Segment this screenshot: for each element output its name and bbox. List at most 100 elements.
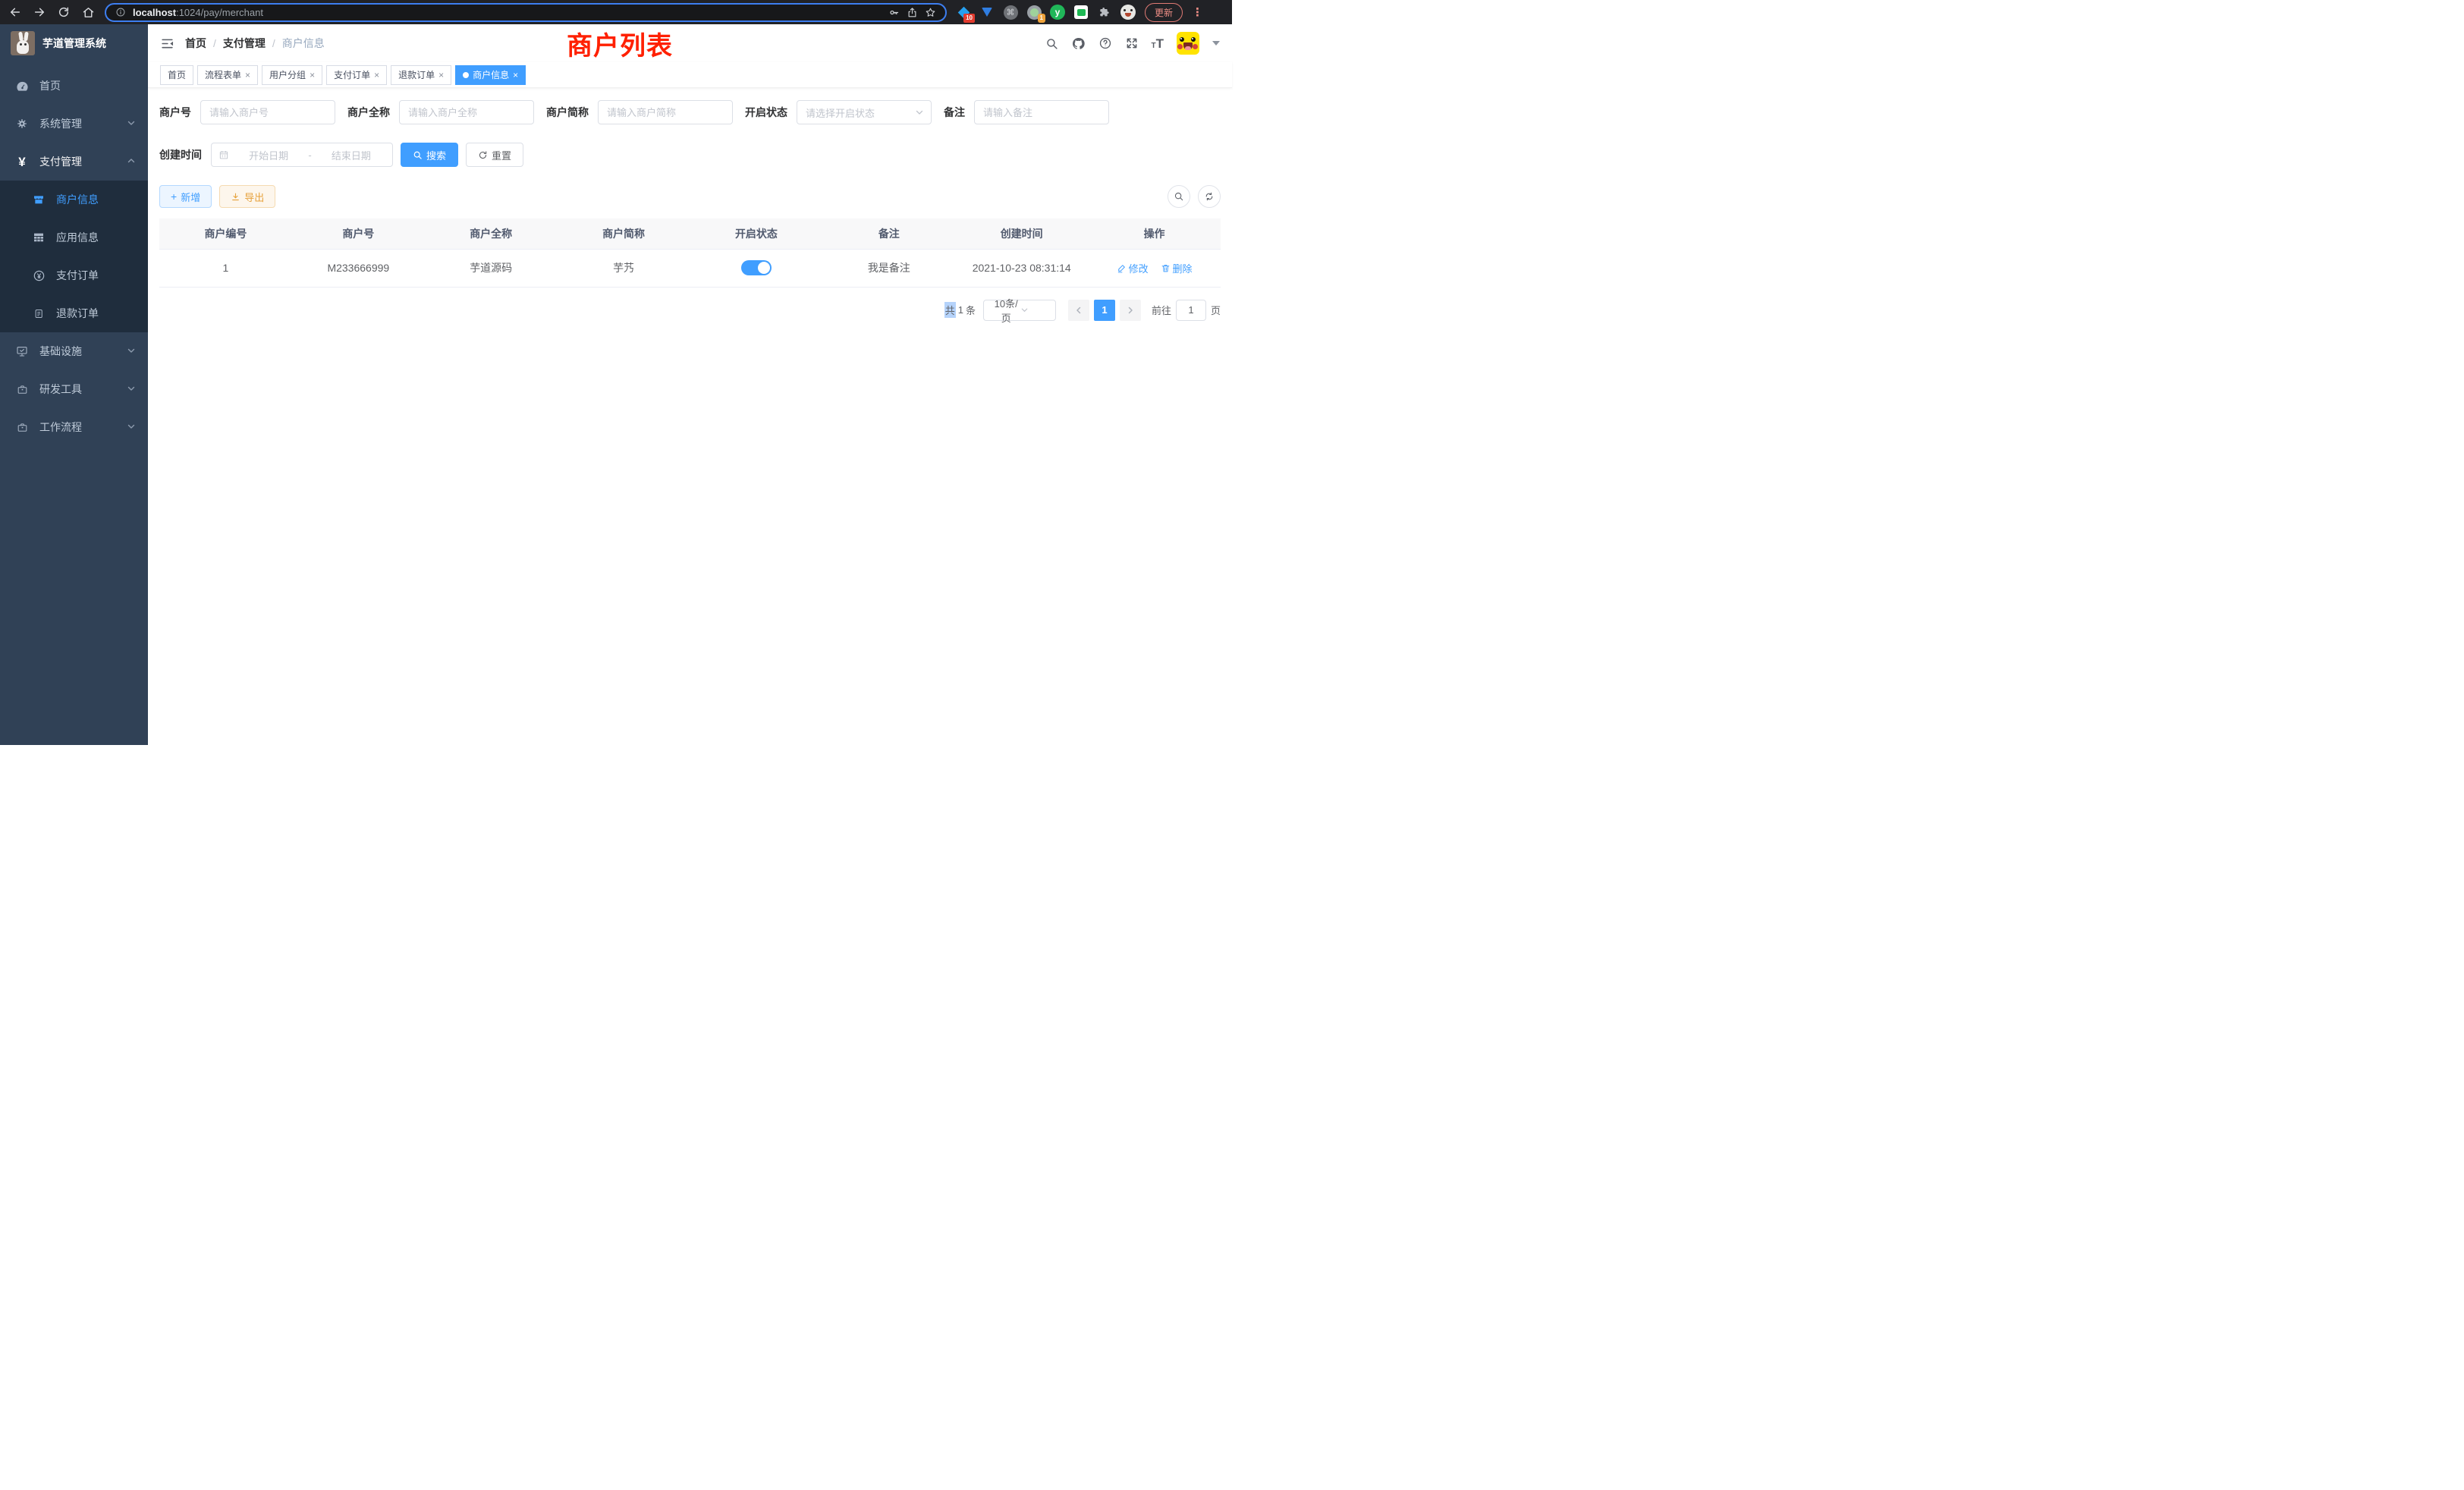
extension-profile-icon[interactable]: 1 xyxy=(1026,5,1042,20)
filter-short-name: 商户简称 xyxy=(546,100,733,124)
share-icon[interactable] xyxy=(907,7,918,18)
remark-input[interactable] xyxy=(974,100,1109,124)
extensions-puzzle-icon[interactable] xyxy=(1097,5,1112,20)
delete-link-label: 删除 xyxy=(1173,261,1193,275)
date-separator: - xyxy=(308,149,311,161)
address-bar[interactable]: localhost:1024/pay/merchant xyxy=(105,3,947,22)
filter-status: 开启状态 请选择开启状态 xyxy=(745,100,932,124)
chevron-down-icon xyxy=(127,345,136,357)
merchant-no-input[interactable] xyxy=(200,100,335,124)
table-row: 1 M233666999 芋道源码 芋艿 我是备注 2021-10-23 08:… xyxy=(159,249,1221,287)
cell-merchant-no: M233666999 xyxy=(292,249,425,287)
fullscreen-icon[interactable] xyxy=(1125,36,1139,50)
search-button[interactable]: 搜索 xyxy=(401,143,458,167)
page-info-icon[interactable] xyxy=(115,7,126,17)
github-icon[interactable] xyxy=(1071,36,1086,51)
sidebar-item-label: 系统管理 xyxy=(39,116,82,131)
tab-home[interactable]: 首页 xyxy=(160,65,193,85)
avatar-caret-icon[interactable] xyxy=(1212,41,1220,46)
refresh-button[interactable] xyxy=(1198,185,1221,208)
close-icon[interactable]: × xyxy=(245,71,250,80)
goto-page-input[interactable] xyxy=(1176,300,1206,321)
store-icon xyxy=(32,193,46,206)
status-select[interactable]: 请选择开启状态 xyxy=(797,100,932,124)
field-label: 商户号 xyxy=(159,105,191,120)
sidebar-item-system[interactable]: 系统管理 xyxy=(0,105,148,143)
date-range-picker[interactable]: 开始日期 - 结束日期 xyxy=(211,143,393,167)
field-label: 商户全称 xyxy=(347,105,390,120)
sidebar-item-merchant-info[interactable]: 商户信息 xyxy=(0,181,148,218)
briefcase-icon xyxy=(15,422,29,433)
extension-command-icon[interactable]: ⌘ xyxy=(1003,5,1018,20)
close-icon[interactable]: × xyxy=(310,71,315,80)
sidebar: 芋道管理系统 首页 系统管理 xyxy=(0,24,148,745)
tab-merchant-info[interactable]: 商户信息 × xyxy=(455,65,526,85)
page-number-1[interactable]: 1 xyxy=(1094,300,1115,321)
col-full-name: 商户全称 xyxy=(425,218,558,249)
prev-page-button[interactable] xyxy=(1068,300,1089,321)
full-name-input[interactable] xyxy=(399,100,534,124)
browser-back-icon[interactable] xyxy=(8,5,23,20)
close-icon[interactable]: × xyxy=(513,71,518,80)
yen-icon: ¥ xyxy=(15,156,29,168)
bookmark-star-icon[interactable] xyxy=(925,7,936,18)
sidebar-item-payment[interactable]: ¥ 支付管理 xyxy=(0,143,148,181)
tab-user-group[interactable]: 用户分组× xyxy=(262,65,322,85)
browser-forward-icon[interactable] xyxy=(32,5,47,20)
close-icon[interactable]: × xyxy=(374,71,379,80)
browser-update-button[interactable]: 更新 xyxy=(1145,3,1183,22)
sidebar-logo[interactable]: 芋道管理系统 xyxy=(0,24,148,62)
plus-icon: + xyxy=(171,191,177,202)
next-page-button[interactable] xyxy=(1120,300,1141,321)
page: localhost:1024/pay/merchant 10 ⌘ 1 y xyxy=(0,0,1232,745)
extension-emoji-avatar[interactable] xyxy=(1120,5,1136,20)
sidebar-item-application-info[interactable]: 应用信息 xyxy=(0,218,148,256)
hide-search-button[interactable] xyxy=(1168,185,1190,208)
user-avatar[interactable] xyxy=(1177,32,1199,55)
browser-reload-icon[interactable] xyxy=(56,5,71,20)
edit-link[interactable]: 修改 xyxy=(1117,261,1149,275)
cell-actions: 修改 删除 xyxy=(1088,249,1221,287)
tab-label: 商户信息 xyxy=(473,68,509,81)
breadcrumb-payment[interactable]: 支付管理 xyxy=(223,36,266,51)
font-size-icon[interactable]: TT xyxy=(1152,37,1164,50)
cell-full-name: 芋道源码 xyxy=(425,249,558,287)
short-name-input[interactable] xyxy=(598,100,733,124)
status-toggle[interactable] xyxy=(741,260,772,275)
reset-button[interactable]: 重置 xyxy=(466,143,523,167)
extension-chat-icon[interactable] xyxy=(1073,5,1089,20)
cell-create-time: 2021-10-23 08:31:14 xyxy=(955,249,1088,287)
sidebar-item-infrastructure[interactable]: 基础设施 xyxy=(0,332,148,370)
search-icon[interactable] xyxy=(1045,37,1058,50)
breadcrumb: 首页 / 支付管理 / 商户信息 xyxy=(185,36,325,51)
sidebar-item-dev-tools[interactable]: 研发工具 xyxy=(0,370,148,408)
sidebar-item-refund-order[interactable]: 退款订单 xyxy=(0,294,148,332)
cell-status xyxy=(690,249,823,287)
chevron-down-icon xyxy=(127,383,136,395)
sidebar-item-home[interactable]: 首页 xyxy=(0,67,148,105)
export-button[interactable]: 导出 xyxy=(219,185,275,208)
tab-process-form[interactable]: 流程表单× xyxy=(197,65,258,85)
total-prefix: 共 xyxy=(944,302,956,318)
toolbar-right xyxy=(1168,185,1221,208)
extension-gem-icon[interactable] xyxy=(979,5,995,20)
tab-pay-order[interactable]: 支付订单× xyxy=(326,65,387,85)
page-size-select[interactable]: 10条/页 xyxy=(983,300,1056,321)
sidebar-item-pay-order[interactable]: 支付订单 xyxy=(0,256,148,294)
help-icon[interactable] xyxy=(1098,36,1112,50)
chevron-down-icon xyxy=(127,118,136,130)
add-button[interactable]: + 新增 xyxy=(159,185,212,208)
password-key-icon[interactable] xyxy=(888,7,900,18)
close-icon[interactable]: × xyxy=(438,71,444,80)
extension-y-icon[interactable]: y xyxy=(1050,5,1065,20)
delete-link[interactable]: 删除 xyxy=(1161,261,1193,275)
breadcrumb-home[interactable]: 首页 xyxy=(185,36,206,51)
browser-menu-dots-icon[interactable]: ⋮ xyxy=(1192,5,1203,19)
extension-bitwarden-icon[interactable]: 10 xyxy=(956,5,971,20)
sidebar-collapse-icon[interactable] xyxy=(160,36,174,51)
extension-badge: 10 xyxy=(963,14,975,23)
sidebar-item-workflow[interactable]: 工作流程 xyxy=(0,408,148,446)
tab-refund-order[interactable]: 退款订单× xyxy=(391,65,451,85)
browser-home-icon[interactable] xyxy=(80,5,96,20)
active-tab-dot xyxy=(463,72,469,78)
